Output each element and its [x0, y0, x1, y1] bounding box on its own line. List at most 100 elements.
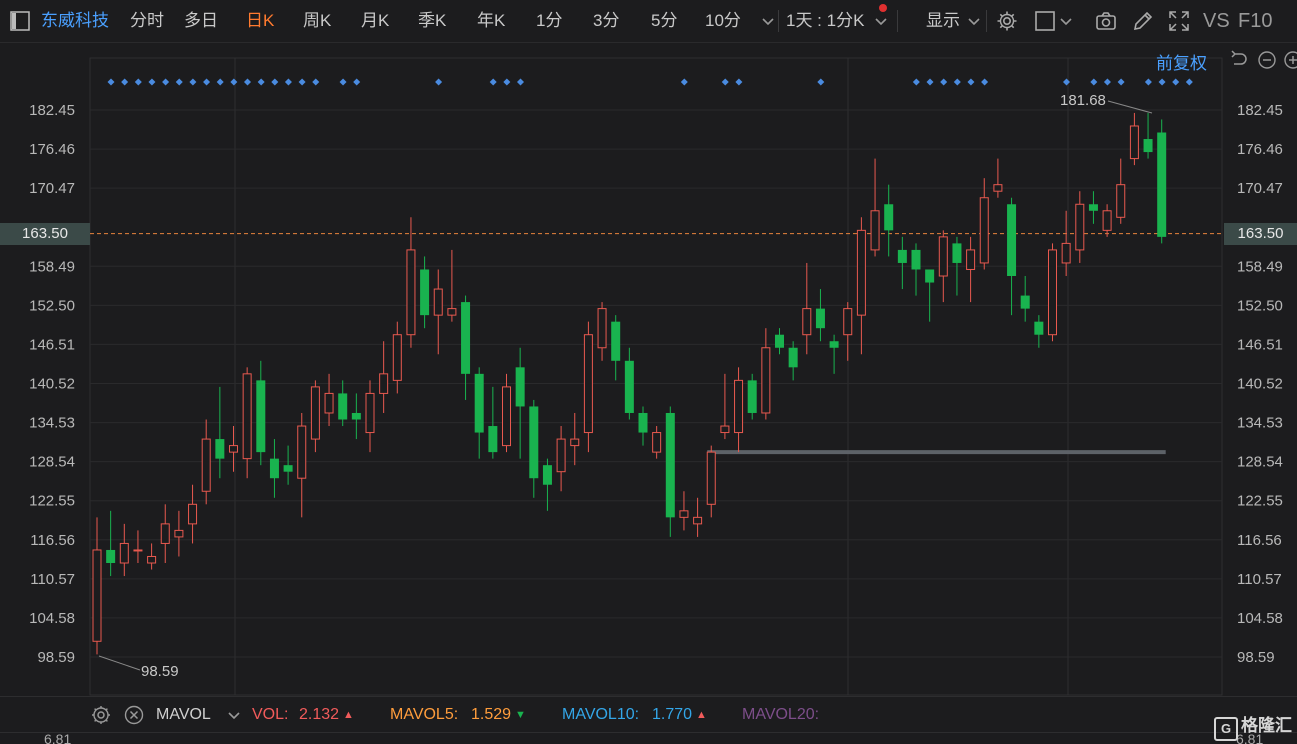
chevron-down-icon[interactable]: [756, 9, 780, 33]
interval-chevron-icon[interactable]: [869, 9, 893, 33]
candle[interactable]: [201, 419, 211, 505]
candle[interactable]: [406, 217, 416, 348]
tab-intraday[interactable]: 分时: [130, 0, 164, 42]
candle[interactable]: [925, 269, 935, 322]
camera-icon[interactable]: [1094, 9, 1118, 33]
candle[interactable]: [611, 315, 621, 381]
candle[interactable]: [829, 334, 839, 374]
candle[interactable]: [379, 341, 389, 413]
candle[interactable]: [747, 373, 757, 420]
candle[interactable]: [583, 321, 593, 453]
undo-icon[interactable]: [1229, 50, 1249, 70]
candle[interactable]: [624, 347, 634, 420]
display-menu[interactable]: 显示: [926, 0, 960, 42]
candle[interactable]: [1157, 119, 1167, 244]
candle[interactable]: [802, 262, 812, 355]
candle[interactable]: [461, 295, 471, 400]
candle[interactable]: [338, 380, 348, 427]
zoom-in-icon[interactable]: [1283, 50, 1297, 70]
tab-1min[interactable]: 1分: [536, 0, 562, 42]
tab-3min[interactable]: 3分: [593, 0, 619, 42]
candle[interactable]: [174, 510, 184, 557]
candle[interactable]: [1020, 276, 1030, 322]
candle[interactable]: [215, 386, 225, 479]
candle[interactable]: [106, 510, 116, 577]
candle[interactable]: [188, 484, 198, 544]
candle[interactable]: [775, 328, 784, 355]
candle[interactable]: [788, 341, 798, 381]
candle[interactable]: [570, 412, 580, 466]
candle[interactable]: [843, 302, 853, 361]
candle[interactable]: [884, 184, 894, 257]
candle[interactable]: [815, 289, 825, 342]
candle[interactable]: [597, 302, 607, 361]
tab-weekly-k[interactable]: 周K: [303, 0, 331, 42]
candle[interactable]: [283, 445, 293, 485]
gear-icon[interactable]: [995, 9, 1019, 33]
tab-monthly-k[interactable]: 月K: [361, 0, 389, 42]
display-chevron-icon[interactable]: [962, 9, 986, 33]
frame-chevron-icon[interactable]: [1054, 9, 1078, 33]
settings-icon[interactable]: [89, 703, 113, 727]
candle[interactable]: [679, 491, 689, 531]
candle[interactable]: [147, 543, 157, 570]
zoom-out-icon[interactable]: [1257, 50, 1277, 70]
f10-button[interactable]: F10: [1238, 0, 1272, 42]
indicator-chevron-icon[interactable]: [222, 703, 246, 727]
candle[interactable]: [392, 321, 402, 394]
vs-button[interactable]: VS: [1203, 0, 1230, 42]
candle[interactable]: [1075, 191, 1085, 263]
candle[interactable]: [856, 217, 866, 355]
candle[interactable]: [693, 497, 703, 537]
interval-selector[interactable]: 1天 : 1分K: [786, 0, 864, 42]
candle[interactable]: [556, 426, 566, 492]
candle[interactable]: [1007, 197, 1017, 316]
candle[interactable]: [474, 367, 484, 459]
candle[interactable]: [652, 426, 662, 459]
candle[interactable]: [1034, 315, 1044, 348]
indicator-name[interactable]: MAVOL: [156, 697, 211, 733]
candle[interactable]: [420, 256, 430, 329]
stock-name[interactable]: 东威科技: [41, 0, 109, 42]
candle[interactable]: [734, 367, 744, 453]
candle[interactable]: [938, 230, 948, 303]
sidebar-toggle-icon[interactable]: [8, 9, 32, 33]
candle[interactable]: [897, 236, 907, 290]
candle[interactable]: [160, 504, 170, 564]
candle[interactable]: [870, 158, 880, 257]
candle[interactable]: [229, 426, 238, 472]
candle[interactable]: [542, 458, 552, 511]
candlestick-chart[interactable]: 182.45 176.46 170.47 158.49 152.50 146.51 140.…: [0, 42, 1297, 696]
candle[interactable]: [966, 236, 976, 303]
candle[interactable]: [706, 445, 716, 518]
tab-10min[interactable]: 10分: [705, 0, 741, 42]
candle[interactable]: [665, 406, 675, 537]
candle[interactable]: [297, 412, 307, 518]
candle[interactable]: [310, 380, 320, 453]
candle[interactable]: [1129, 112, 1139, 166]
candle[interactable]: [1048, 243, 1057, 342]
tab-multi-day[interactable]: 多日: [184, 0, 218, 42]
candle[interactable]: [993, 158, 1003, 198]
candle[interactable]: [324, 373, 334, 427]
candle[interactable]: [1088, 191, 1098, 224]
candle[interactable]: [269, 439, 279, 498]
candle[interactable]: [365, 380, 375, 453]
candle[interactable]: [502, 373, 511, 453]
candle[interactable]: [979, 178, 989, 270]
candle[interactable]: [447, 249, 457, 322]
candle[interactable]: [119, 523, 129, 577]
pencil-icon[interactable]: [1131, 9, 1155, 33]
candle[interactable]: [92, 517, 102, 655]
candle[interactable]: [351, 393, 361, 440]
price-adjust-toggle[interactable]: 前复权: [1156, 49, 1207, 74]
candle[interactable]: [256, 360, 266, 466]
close-icon[interactable]: [122, 703, 146, 727]
candle[interactable]: [515, 347, 525, 459]
candle[interactable]: [761, 328, 771, 420]
tab-daily-k[interactable]: 日K: [246, 0, 274, 42]
candle[interactable]: [1143, 112, 1153, 159]
tab-5min[interactable]: 5分: [651, 0, 677, 42]
tab-quarterly-k[interactable]: 季K: [418, 0, 446, 42]
candle[interactable]: [1116, 158, 1126, 224]
